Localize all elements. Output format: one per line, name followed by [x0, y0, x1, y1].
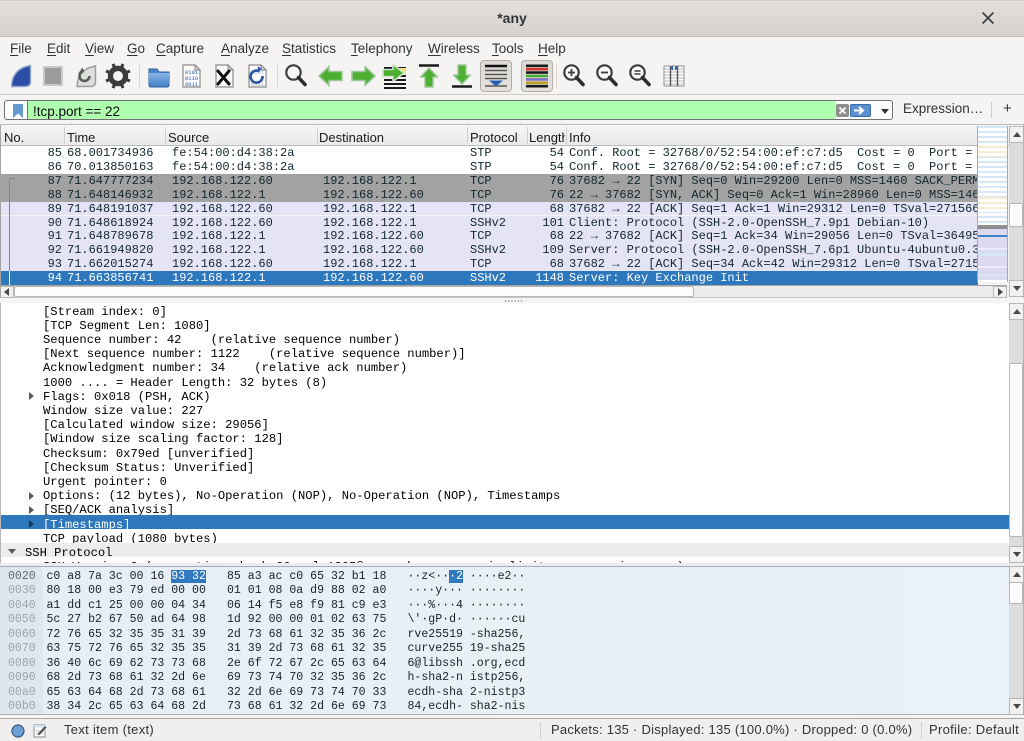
svg-text:0011: 0011: [185, 81, 199, 88]
